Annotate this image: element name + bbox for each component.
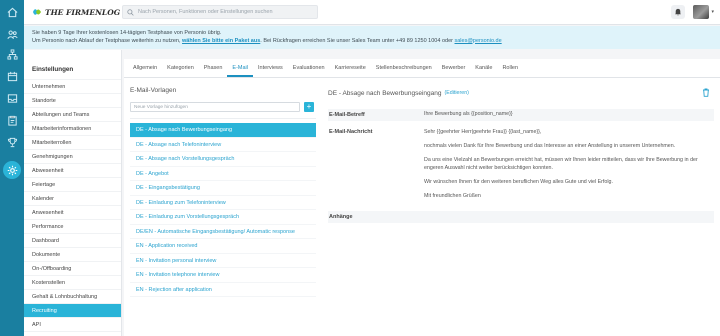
template-list-item[interactable]: EN - Invitation telephone interview bbox=[130, 268, 316, 283]
template-title: DE - Absage nach Bewerbungseingang bbox=[328, 89, 442, 97]
message-paragraph: nochmals vielen Dank für Ihre Bewerbung … bbox=[424, 143, 676, 150]
template-list-item[interactable]: DE - Absage nach Bewerbungseingang bbox=[130, 123, 316, 138]
settings-nav-item[interactable]: Dashboard bbox=[24, 233, 121, 247]
settings-nav-item[interactable]: Unternehmen bbox=[24, 79, 121, 93]
settings-nav-item[interactable]: Performance bbox=[24, 219, 121, 233]
template-list-item[interactable]: EN - Rejection after application bbox=[130, 283, 316, 297]
settings-sidebar: Einstellungen Unternehmen Standorte Abteil… bbox=[24, 50, 122, 336]
org-icon[interactable] bbox=[4, 46, 20, 62]
subject-label: E-Mail-Betreff bbox=[329, 112, 365, 118]
tab[interactable]: Rollen bbox=[497, 59, 523, 77]
message-label: E-Mail-Nachricht bbox=[329, 129, 373, 135]
template-list-item[interactable]: DE - Einladung zum Telefoninterview bbox=[130, 196, 316, 210]
template-list-item[interactable]: DE/EN - Automatische Eingangsbestätigung… bbox=[130, 225, 316, 239]
tab[interactable]: Stellenbeschreibungen bbox=[371, 59, 437, 77]
template-list-item[interactable]: EN - Application received bbox=[130, 239, 316, 254]
settings-nav-item[interactable]: Paket & Rechnung bbox=[24, 331, 121, 336]
global-search-input[interactable]: Nach Personen, Funktionen oder Einstellu… bbox=[122, 5, 318, 19]
icon-rail bbox=[0, 0, 24, 336]
message-paragraph: Da uns eine Vielzahl an Bewerbungen erre… bbox=[424, 157, 698, 171]
tab[interactable]: Kategorien bbox=[162, 59, 199, 77]
tab[interactable]: Phasen bbox=[199, 59, 228, 77]
settings-nav-item[interactable]: Standorte bbox=[24, 93, 121, 107]
clipboard-icon[interactable] bbox=[4, 112, 20, 128]
company-logo: THE FIRMENLOGO bbox=[33, 8, 120, 17]
divider bbox=[130, 118, 316, 119]
settings-heading: Einstellungen bbox=[32, 66, 74, 73]
choose-package-link[interactable]: wählen Sie bitte ein Paket aus bbox=[182, 38, 260, 44]
people-icon[interactable] bbox=[4, 26, 20, 42]
tab[interactable]: Interviews bbox=[253, 59, 288, 77]
settings-nav-item[interactable]: Feiertage bbox=[24, 177, 121, 191]
settings-nav-item[interactable]: Kalender bbox=[24, 191, 121, 205]
settings-nav-item[interactable]: Genehmigungen bbox=[24, 149, 121, 163]
email-templates-panel: E-Mail-Vorlagen Neue Vorlage hinzufügen … bbox=[130, 87, 316, 297]
template-list-item[interactable]: DE - Angebot bbox=[130, 167, 316, 181]
settings-nav-item[interactable]: Gehalt & Lohnbuchhaltung bbox=[24, 289, 121, 303]
settings-nav-item[interactable]: Mitarbeiterinformationen bbox=[24, 121, 121, 135]
tab[interactable]: Bewerber bbox=[437, 59, 471, 77]
bell-icon bbox=[675, 8, 682, 16]
trial-banner-line1: Sie haben 9 Tage Ihrer kostenlosen 14-tä… bbox=[32, 30, 222, 36]
template-list-item[interactable]: DE - Eingangsbestätigung bbox=[130, 181, 316, 196]
message-paragraph: Mit freundlichen Grüßen bbox=[424, 193, 481, 200]
settings-nav-item[interactable]: On-/Offboarding bbox=[24, 261, 121, 275]
tab[interactable]: Kanäle bbox=[470, 59, 497, 77]
subject-value: Ihre Bewerbung als {{position_name}} bbox=[424, 111, 513, 118]
subject-field: E-Mail-Betreff Ihre Bewerbung als {{posi… bbox=[328, 109, 714, 121]
trash-icon[interactable] bbox=[702, 88, 710, 97]
new-template-input[interactable]: Neue Vorlage hinzufügen bbox=[130, 102, 300, 112]
settings-nav-item[interactable]: Recruiting bbox=[24, 303, 121, 317]
trial-banner-text: Um Personio nach Ablauf der Testphase we… bbox=[32, 37, 181, 44]
sales-email-link[interactable]: sales@personio.de bbox=[455, 38, 502, 44]
tab[interactable]: Karriereseite bbox=[330, 59, 371, 77]
trophy-icon[interactable] bbox=[4, 134, 20, 150]
search-icon bbox=[127, 8, 134, 16]
message-field: E-Mail-Nachricht Sehr {{geehrter Herr|ge… bbox=[328, 129, 714, 207]
trial-banner: Sie haben 9 Tage Ihrer kostenlosen 14-tä… bbox=[24, 26, 720, 49]
message-body: Sehr {{geehrter Herr|geehrte Frau}} {{la… bbox=[424, 129, 714, 207]
tab[interactable]: Allgemein bbox=[128, 59, 162, 77]
template-list-item[interactable]: DE - Absage nach Vorstellungsgespräch bbox=[130, 152, 316, 167]
chevron-down-icon[interactable]: ▾ bbox=[711, 9, 714, 15]
main-content: Allgemein Kategorien Phasen E-Mail Interview… bbox=[124, 59, 720, 336]
attachments-label: Anhänge bbox=[328, 211, 714, 224]
message-paragraph: Sehr {{geehrter Herr|geehrte Frau}} {{la… bbox=[424, 129, 542, 135]
settings-nav-item[interactable]: Mitarbeiterrollen bbox=[24, 135, 121, 149]
template-list-item[interactable]: DE - Einladung zum Vorstellungsgespräch bbox=[130, 210, 316, 225]
home-icon[interactable] bbox=[4, 4, 20, 20]
top-bar: THE FIRMENLOGO Nach Personen, Funktionen… bbox=[24, 0, 720, 25]
gear-icon[interactable] bbox=[3, 161, 21, 179]
notifications-button[interactable] bbox=[671, 5, 686, 19]
svg-text:THE FIRMENLOGO: THE FIRMENLOGO bbox=[45, 8, 120, 17]
settings-nav-item[interactable]: API bbox=[24, 317, 121, 331]
settings-nav-item[interactable]: Anwesenheit bbox=[24, 205, 121, 219]
inbox-icon[interactable] bbox=[4, 90, 20, 106]
tab[interactable]: E-Mail bbox=[227, 59, 254, 77]
template-list-item[interactable]: DE - Absage nach Telefoninterview bbox=[130, 138, 316, 152]
settings-nav-item[interactable]: Abteilungen und Teams bbox=[24, 107, 121, 121]
recruiting-tabs: Allgemein Kategorien Phasen E-Mail Interview… bbox=[124, 59, 720, 78]
edit-template-link[interactable]: (Editieren) bbox=[444, 90, 468, 96]
search-placeholder: Nach Personen, Funktionen oder Einstellu… bbox=[138, 9, 273, 15]
template-list-item[interactable]: EN - Invitation personal interview bbox=[130, 254, 316, 268]
settings-nav-item[interactable]: Dokumente bbox=[24, 247, 121, 261]
tab[interactable]: Evaluationen bbox=[288, 59, 330, 77]
message-paragraph: Wir wünschen Ihnen für den weiteren beru… bbox=[424, 178, 613, 185]
settings-nav-item[interactable]: Abwesenheit bbox=[24, 163, 121, 177]
add-template-button[interactable]: + bbox=[304, 102, 314, 112]
user-avatar[interactable] bbox=[693, 5, 710, 19]
trial-banner-contact-text: . Bei Rückfragen erreichen Sie unser Sal… bbox=[260, 37, 453, 44]
template-detail-panel: DE - Absage nach Bewerbungseingang (Edit… bbox=[328, 87, 714, 224]
calendar-icon[interactable] bbox=[4, 68, 20, 84]
templates-heading: E-Mail-Vorlagen bbox=[130, 87, 177, 94]
settings-nav-item[interactable]: Kostenstellen bbox=[24, 275, 121, 289]
